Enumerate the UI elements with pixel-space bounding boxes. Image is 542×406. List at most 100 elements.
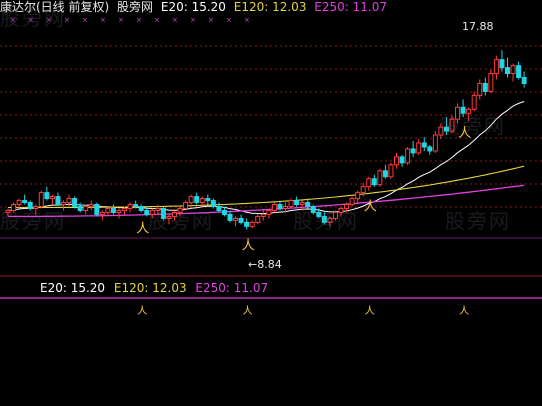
low-label: 8.84	[257, 258, 282, 271]
header-tick-4: ×	[82, 16, 88, 24]
e120-line	[8, 165, 525, 209]
watermark-4: 股旁网	[445, 209, 511, 233]
stock-title: 康达尔(日线 前复权)	[0, 0, 110, 14]
sub-e120-label: E120: 12.03	[113, 281, 187, 295]
candle-body-9	[55, 196, 61, 206]
price-chart: 人人人人人人人人× × × × × × × × × × × × × ×	[0, 16, 542, 317]
candle-body-91	[510, 65, 516, 75]
candle-body-76	[427, 146, 433, 152]
sub-signal-marker-3: 人	[459, 305, 469, 317]
candle-body-46	[260, 213, 266, 217]
header-tick-10: ×	[190, 16, 196, 24]
candle-body-35	[199, 198, 205, 204]
candle-body-41	[233, 217, 239, 221]
candle-body-65	[366, 178, 372, 188]
candle-body-44	[249, 221, 255, 227]
candle-body-77	[432, 134, 438, 152]
watermark-2: 股旁网	[148, 209, 214, 233]
candle-body-69	[388, 164, 394, 178]
signal-marker-2: 人	[364, 200, 377, 215]
candle-body-22	[127, 204, 133, 209]
candle-body-47	[266, 209, 272, 215]
candle-body-64	[360, 186, 366, 194]
candle-body-3	[22, 200, 28, 204]
candle-body-17	[99, 211, 105, 215]
candle-body-88	[493, 59, 499, 75]
candle-body-90	[505, 67, 510, 75]
high-annotation: 17.88	[462, 20, 494, 33]
e120-label: E120: 12.03	[233, 0, 307, 14]
header-tick-6: ×	[118, 16, 124, 24]
sub-e20-label: E20: 15.20	[40, 281, 106, 295]
candle-body-66	[371, 178, 377, 186]
sub-signal-marker-1: 人	[243, 305, 253, 317]
candle-body-52	[294, 200, 300, 206]
candle-body-49	[277, 204, 283, 209]
header-tick-12: ×	[226, 16, 232, 24]
candle-body-72	[405, 148, 411, 164]
candle-body-85	[477, 82, 483, 96]
candle-body-24	[138, 206, 144, 211]
candle-body-40	[227, 213, 233, 221]
candle-body-19	[110, 207, 116, 213]
candle-body-20	[116, 209, 122, 213]
watermark-5: 股旁网	[440, 114, 506, 138]
sub-header: E20: 15.20 E120: 12.03 E250: 11.07	[40, 281, 273, 295]
watermark-3: 股旁网	[293, 209, 359, 233]
candle-body-21	[122, 207, 128, 211]
candle-body-18	[105, 207, 111, 213]
candle-body-71	[399, 156, 405, 164]
candle-body-74	[416, 142, 422, 154]
candle-body-63	[355, 192, 361, 200]
header-tick-7: ×	[136, 16, 142, 24]
candle-body-75	[421, 142, 427, 148]
candle-body-23	[133, 204, 139, 208]
sub-signal-marker-2: 人	[365, 305, 375, 317]
header-tick-11: ×	[208, 16, 214, 24]
candle-body-43	[244, 221, 250, 227]
candle-body-89	[499, 59, 505, 69]
high-label: 17.88	[462, 20, 494, 33]
candle-body-92	[516, 65, 522, 79]
low-annotation: ←8.84	[248, 258, 282, 271]
candle-body-42	[238, 217, 244, 223]
watermark-1: 股旁网	[0, 209, 66, 233]
header-tick-13: ×	[244, 16, 250, 24]
e250-label: E250: 11.07	[314, 0, 387, 14]
candle-body-73	[410, 148, 416, 154]
candle-body-15	[88, 204, 94, 208]
candle-body-67	[377, 170, 383, 186]
header-tick-5: ×	[100, 16, 106, 24]
candle-body-14	[83, 206, 89, 211]
candle-body-84	[471, 94, 477, 110]
candle-body-33	[188, 196, 194, 204]
candle-body-68	[382, 170, 388, 178]
candle-body-48	[271, 204, 277, 211]
candle-body-38	[216, 206, 222, 211]
candle-body-50	[283, 206, 288, 209]
candle-body-45	[255, 215, 261, 223]
candle-body-70	[394, 156, 399, 166]
site-name: 股旁网	[117, 0, 154, 14]
sub-signal-marker-0: 人	[137, 305, 147, 317]
sub-e250-label: E250: 11.07	[195, 281, 269, 295]
candle-body-86	[482, 82, 488, 92]
candle-body-39	[221, 209, 227, 215]
low-arrow: ←	[248, 258, 258, 271]
candle-body-34	[194, 196, 200, 204]
header-tick-8: ×	[154, 16, 160, 24]
signal-marker-1: 人	[242, 239, 255, 254]
header-tick-9: ×	[172, 16, 178, 24]
candle-body-62	[349, 198, 355, 206]
candle-body-36	[205, 198, 211, 202]
candle-body-16	[94, 204, 100, 215]
candle-body-2	[16, 200, 22, 206]
candle-body-13	[77, 206, 83, 211]
candle-body-93	[521, 77, 527, 84]
main-header: 康达尔(日线 前复权) 股旁网 E20: 15.20 E120: 12.03 E…	[0, 0, 391, 16]
e20-label: E20: 15.20	[160, 0, 226, 14]
candle-body-11	[66, 198, 72, 204]
candle-body-7	[44, 192, 50, 200]
candle-body-8	[49, 196, 55, 200]
candle-body-87	[488, 73, 494, 92]
